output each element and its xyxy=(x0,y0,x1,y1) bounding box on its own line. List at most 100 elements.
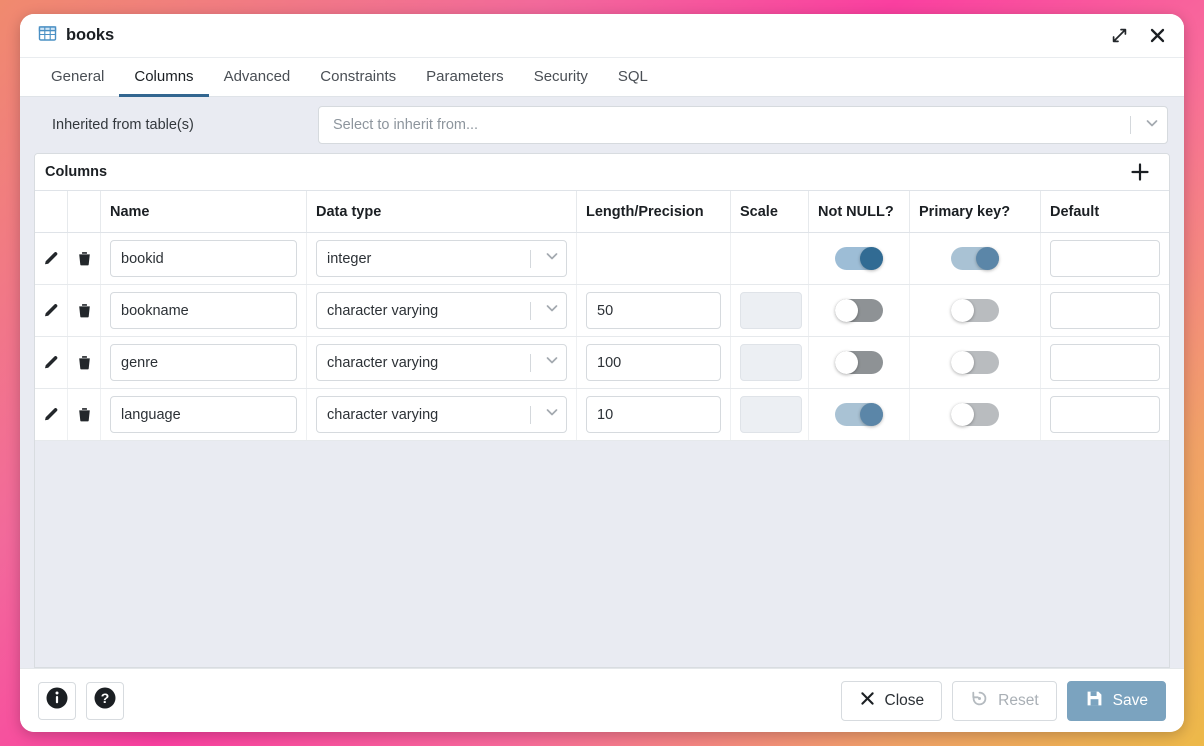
primary-key-cell xyxy=(910,285,1041,336)
columns-grid-header: Name Data type Length/Precision Scale No… xyxy=(35,191,1169,233)
table-row: character varying xyxy=(35,285,1169,337)
column-name-cell xyxy=(101,337,307,388)
default-value-input[interactable] xyxy=(1050,396,1160,433)
column-name-input[interactable] xyxy=(110,344,297,381)
close-button[interactable]: Close xyxy=(841,681,943,721)
dialog-tabs: General Columns Advanced Constraints Par… xyxy=(20,58,1184,97)
help-icon: ? xyxy=(93,686,117,715)
toggle-knob xyxy=(860,403,883,426)
scale-cell xyxy=(731,285,809,336)
save-icon xyxy=(1085,689,1104,713)
default-cell xyxy=(1041,337,1169,388)
trash-icon[interactable] xyxy=(76,302,93,319)
not-null-toggle[interactable] xyxy=(835,299,883,322)
tab-columns[interactable]: Columns xyxy=(119,58,208,97)
primary-key-toggle[interactable] xyxy=(951,403,999,426)
columns-panel: Columns Name Data type Length/Precision … xyxy=(34,153,1170,668)
delete-row-button[interactable] xyxy=(68,285,101,336)
pencil-icon[interactable] xyxy=(42,353,61,372)
column-name-cell xyxy=(101,285,307,336)
data-type-select[interactable]: character varying xyxy=(316,292,567,329)
scale-cell xyxy=(731,233,809,284)
info-button[interactable] xyxy=(38,682,76,720)
primary-key-toggle[interactable] xyxy=(951,351,999,374)
delete-row-button[interactable] xyxy=(68,337,101,388)
not-null-toggle[interactable] xyxy=(835,247,883,270)
tab-sql[interactable]: SQL xyxy=(603,58,663,97)
default-value-input[interactable] xyxy=(1050,292,1160,329)
trash-icon[interactable] xyxy=(76,406,93,423)
tab-label: SQL xyxy=(618,68,648,85)
toggle-knob xyxy=(951,403,974,426)
tab-parameters[interactable]: Parameters xyxy=(411,58,519,97)
help-button[interactable]: ? xyxy=(86,682,124,720)
column-name-input[interactable] xyxy=(110,292,297,329)
chevron-down-icon[interactable] xyxy=(543,351,561,374)
inherited-from-select[interactable]: Select to inherit from... xyxy=(318,106,1168,144)
tab-constraints[interactable]: Constraints xyxy=(305,58,411,97)
grid-empty-space xyxy=(35,441,1169,667)
tab-general[interactable]: General xyxy=(36,58,119,97)
not-null-cell xyxy=(809,233,910,284)
chevron-down-icon[interactable] xyxy=(543,247,561,270)
data-type-select[interactable]: character varying xyxy=(316,396,567,433)
select-separator xyxy=(530,302,531,320)
column-name-input[interactable] xyxy=(110,396,297,433)
pencil-icon[interactable] xyxy=(42,405,61,424)
footer-left-actions: ? xyxy=(38,682,841,720)
toggle-knob xyxy=(951,351,974,374)
chevron-down-icon[interactable] xyxy=(543,299,561,322)
length-input[interactable] xyxy=(586,396,721,433)
primary-key-toggle[interactable] xyxy=(951,247,999,270)
scale-input xyxy=(740,344,802,381)
data-type-value: character varying xyxy=(327,407,530,423)
toggle-knob xyxy=(835,299,858,322)
chevron-down-icon[interactable] xyxy=(543,403,561,426)
trash-icon[interactable] xyxy=(76,354,93,371)
data-type-select[interactable]: character varying xyxy=(316,344,567,381)
edit-row-button[interactable] xyxy=(35,285,68,336)
table-row: integer xyxy=(35,233,1169,285)
select-separator xyxy=(530,250,531,268)
trash-icon[interactable] xyxy=(76,250,93,267)
inherited-from-label: Inherited from table(s) xyxy=(34,117,318,133)
length-cell xyxy=(577,285,731,336)
save-button[interactable]: Save xyxy=(1067,681,1166,721)
select-separator xyxy=(530,354,531,372)
data-type-select[interactable]: integer xyxy=(316,240,567,277)
not-null-toggle[interactable] xyxy=(835,351,883,374)
select-separator xyxy=(1130,116,1131,134)
delete-row-button[interactable] xyxy=(68,233,101,284)
header-edit xyxy=(35,191,68,232)
primary-key-toggle[interactable] xyxy=(951,299,999,322)
header-name: Name xyxy=(101,191,307,232)
tab-security[interactable]: Security xyxy=(519,58,603,97)
edit-row-button[interactable] xyxy=(35,389,68,440)
delete-row-button[interactable] xyxy=(68,389,101,440)
not-null-toggle[interactable] xyxy=(835,403,883,426)
length-input[interactable] xyxy=(586,292,721,329)
column-name-input[interactable] xyxy=(110,240,297,277)
tab-label: General xyxy=(51,68,104,85)
edit-row-button[interactable] xyxy=(35,233,68,284)
plus-icon[interactable] xyxy=(1127,159,1153,185)
inherited-from-placeholder: Select to inherit from... xyxy=(333,117,1130,133)
data-type-cell: character varying xyxy=(307,337,577,388)
chevron-down-icon[interactable] xyxy=(1143,114,1161,137)
default-value-input[interactable] xyxy=(1050,240,1160,277)
primary-key-cell xyxy=(910,389,1041,440)
maximize-icon[interactable] xyxy=(1108,25,1130,47)
pencil-icon[interactable] xyxy=(42,301,61,320)
save-button-label: Save xyxy=(1113,692,1148,710)
default-value-input[interactable] xyxy=(1050,344,1160,381)
edit-row-button[interactable] xyxy=(35,337,68,388)
dialog-footer: ? Close Reset xyxy=(20,668,1184,732)
toggle-knob xyxy=(976,247,999,270)
close-icon[interactable] xyxy=(1146,25,1168,47)
tab-advanced[interactable]: Advanced xyxy=(209,58,306,97)
length-input[interactable] xyxy=(586,344,721,381)
undo-icon xyxy=(970,689,989,713)
pencil-icon[interactable] xyxy=(42,249,61,268)
reset-button[interactable]: Reset xyxy=(952,681,1057,721)
header-not-null: Not NULL? xyxy=(809,191,910,232)
